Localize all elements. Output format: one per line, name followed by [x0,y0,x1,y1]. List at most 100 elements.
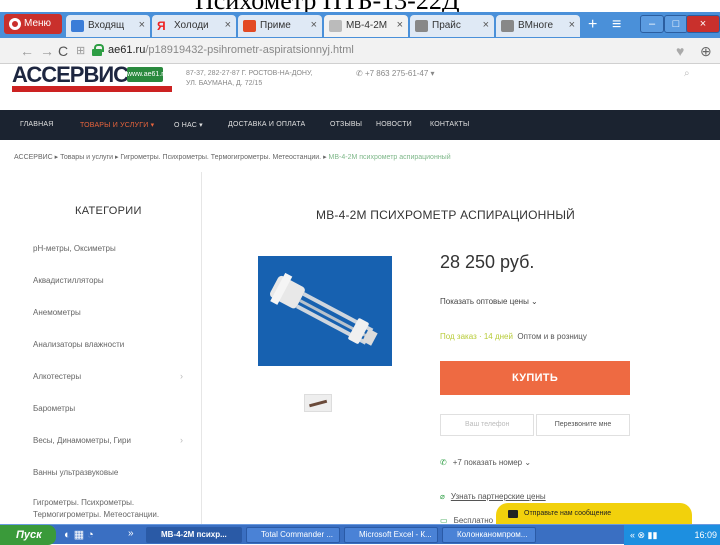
breadcrumb-category[interactable]: Гигрометры. Психрометры. Термогигрометры… [120,154,321,161]
logo-stripe [12,86,172,92]
sidebar-title: КАТЕГОРИИ [75,205,142,217]
nav-item-about[interactable]: О НАС ▾ [174,121,203,129]
close-icon[interactable]: × [225,19,231,31]
thumbnail-illustration [309,399,328,408]
close-icon[interactable]: × [483,19,489,31]
document-icon [501,20,514,32]
document-icon [415,20,428,32]
back-icon[interactable]: ← [20,43,34,59]
forward-icon[interactable]: → [40,43,54,59]
tab-price[interactable]: Прайс × [410,15,494,37]
opera-menu-button[interactable]: Меню [4,14,62,34]
product-thumbnail[interactable] [304,394,332,412]
chevron-right-icon[interactable]: › [180,371,183,381]
heart-icon[interactable]: ♥ [676,43,684,59]
site-header: АССЕРВИС www.ae61.ru 87-37, 282-27-87 Г.… [0,64,720,100]
tab-example[interactable]: Приме × [238,15,322,37]
speed-dial-icon[interactable]: ⊞ [76,44,85,57]
yandex-icon: Я [157,19,166,33]
site-phone[interactable]: ✆ +7 863 275-61-47 ▾ [356,69,435,78]
sidebar-item-ph-meters[interactable]: pH-метры, Оксиметры [33,244,116,253]
site-address: 87-37, 282-27-87 Г. РОСТОВ-НА-ДОНУ, УЛ. … [186,70,313,87]
phone-input[interactable]: Ваш телефон [440,414,534,436]
reload-icon[interactable]: C [58,43,68,59]
chevron-icon[interactable]: » [128,528,134,539]
tab-menu-icon[interactable]: ≡ [612,17,621,33]
sidebar-item-anemometers[interactable]: Анемометры [33,308,81,317]
chat-message-button[interactable]: Отправьте нам сообщение [496,503,692,525]
tab-yandex[interactable]: Я Холоди × [152,15,236,37]
minimize-button[interactable]: – [640,15,664,33]
document-title: Психометр ПТБ-13-22Д [195,0,460,12]
task-total-commander[interactable]: Total Commander ... [246,527,340,543]
chevron-down-icon: ⌄ [528,297,538,306]
task-document[interactable]: Колонканомпром... [442,527,536,543]
nav-item-news[interactable]: НОВОСТИ [376,121,412,128]
tray-icons[interactable]: « ⊗ ▮▮ [630,525,657,545]
nav-item-home[interactable]: ГЛАВНАЯ [20,121,54,128]
close-icon[interactable]: × [139,19,145,31]
nav-item-reviews[interactable]: ОТЗЫВЫ [330,121,362,128]
chevron-right-icon[interactable]: › [180,435,183,445]
windows-taskbar: Пуск ◐ ▦ ◔ » МВ-4-2М психр... Total Comm… [0,524,720,545]
product-image[interactable] [258,256,392,366]
breadcrumb-current: МВ-4-2М психрометр аспирационный [328,154,451,161]
tab-vmnoge[interactable]: ВМноге × [496,15,580,37]
opera-logo-icon [9,18,21,30]
download-icon[interactable]: ⊕ [700,43,712,60]
nav-item-contacts[interactable]: КОНТАКТЫ [430,121,469,128]
close-icon[interactable]: × [397,19,403,31]
breadcrumb: АССЕРВИС ▸ Товары и услуги ▸ Гигрометры.… [14,154,451,161]
callback-button[interactable]: Перезвоните мне [536,414,630,436]
search-icon[interactable]: ⌕ [684,68,690,79]
new-tab-icon[interactable]: + [588,17,597,33]
sidebar-item-breathalyzers[interactable]: Алкотестеры [33,372,81,381]
sidebar-item-hygrometers-cont[interactable]: Термогигрометры. Метеостанции. [33,510,159,519]
address-bar: ← → C ⊞ ae61.ru/p18919432-psihrometr-asp… [0,38,720,64]
main-nav: ГЛАВНАЯ ТОВАРЫ И УСЛУГИ ▾ О НАС ▾ ДОСТАВ… [0,110,720,140]
system-tray: « ⊗ ▮▮ 16:09 [624,525,720,545]
show-number-link[interactable]: ✆ +7 показать номер ⌄ [440,458,531,467]
wholesale-prices-link[interactable]: Показать оптовые цены ⌄ [440,297,538,306]
product-title: МВ-4-2М ПСИХРОМЕТР АСПИРАЦИОННЫЙ [316,208,576,222]
task-excel[interactable]: Microsoft Excel - К... [344,527,438,543]
sidebar-item-scales[interactable]: Весы, Динамометры, Гири [33,436,131,445]
mail-icon [71,20,84,32]
sidebar-item-barometers[interactable]: Барометры [33,404,75,413]
close-icon[interactable]: × [311,19,317,31]
psychrometer-illustration [269,272,378,346]
tab-active-product[interactable]: МВ-4-2М × [324,15,408,37]
task-browser[interactable]: МВ-4-2М психр... [146,527,242,543]
site-logo[interactable]: АССЕРВИС www.ae61.ru [12,64,180,92]
category-sidebar: КАТЕГОРИИ pH-метры, Оксиметры Аквадистил… [0,172,202,524]
clock: 16:09 [694,530,717,540]
sidebar-item-distillers[interactable]: Аквадистилляторы [33,276,104,285]
site-icon [243,20,256,32]
tag-icon: ⌀ [440,492,445,501]
url-field[interactable]: ae61.ru/p18919432-psihrometr-aspiratsion… [108,44,354,56]
document-title-strip: Психометр ПТБ-13-22Д [0,0,720,12]
phone-icon: ✆ [356,69,365,78]
sidebar-item-hygrometers[interactable]: Гигрометры. Психрометры. [33,498,134,507]
sidebar-item-ultrasonic-baths[interactable]: Ванны ультразвуковые [33,468,118,477]
browser-tab-bar: Меню Входящ × Я Холоди × Приме × МВ-4-2М × П… [0,12,720,38]
product-price: 28 250 руб. [440,252,535,272]
breadcrumb-home[interactable]: АССЕРВИС [14,154,53,161]
partner-prices-link[interactable]: ⌀ Узнать партнерские цены [440,492,546,501]
chevron-down-icon: ⌄ [522,458,532,467]
close-icon[interactable]: × [569,19,575,31]
maximize-button[interactable]: □ [664,15,688,33]
quick-launch-icons[interactable]: ◐ ▦ ◔ [64,528,94,541]
message-icon [508,510,518,518]
sidebar-item-moisture-analyzers[interactable]: Анализаторы влажности [33,340,124,349]
site-icon [329,20,342,32]
lock-icon [92,44,104,56]
breadcrumb-products[interactable]: Товары и услуги [60,154,113,161]
buy-button[interactable]: КУПИТЬ [440,361,630,395]
stock-status: Под заказ · 14 дней Оптом и в розницу [440,332,587,341]
start-button[interactable]: Пуск [0,525,56,545]
window-close-button[interactable]: × [686,15,720,33]
nav-item-delivery[interactable]: ДОСТАВКА И ОПЛАТА [228,121,305,128]
nav-item-products[interactable]: ТОВАРЫ И УСЛУГИ ▾ [80,121,154,129]
tab-inbox[interactable]: Входящ × [66,15,150,37]
